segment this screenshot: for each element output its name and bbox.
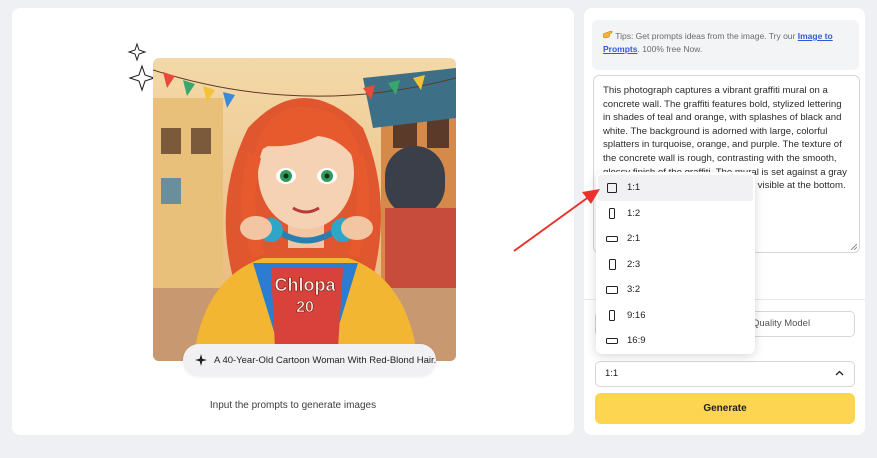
svg-text:Chlopa: Chlopa bbox=[275, 275, 337, 295]
tips-box: Tips: Get prompts ideas from the image. … bbox=[592, 20, 859, 70]
generate-button[interactable]: Generate bbox=[595, 393, 855, 424]
ratio-option-label: 1:1 bbox=[627, 182, 641, 194]
helper-text: Input the prompts to generate images bbox=[209, 400, 377, 411]
resize-handle-icon[interactable] bbox=[850, 243, 857, 250]
portrait-ratio-icon bbox=[606, 309, 618, 321]
ratio-option-2-1[interactable]: 2:1 bbox=[596, 226, 755, 252]
portrait-ratio-icon bbox=[606, 207, 618, 219]
ratio-option-2-3[interactable]: 2:3 bbox=[596, 252, 755, 278]
aspect-ratio-menu: 1:1 1:2 2:1 2:3 3:2 9:16 16:9 bbox=[596, 172, 755, 354]
square-ratio-icon bbox=[606, 182, 618, 193]
portrait-ratio-icon bbox=[606, 258, 618, 270]
ratio-option-label: 2:1 bbox=[627, 233, 641, 245]
aspect-ratio-select[interactable]: 1:1 bbox=[595, 361, 855, 387]
ratio-option-1-1[interactable]: 1:1 bbox=[598, 175, 753, 201]
ratio-option-label: 16:9 bbox=[627, 335, 646, 347]
aspect-ratio-value: 1:1 bbox=[605, 368, 619, 379]
landscape-ratio-icon bbox=[606, 337, 618, 344]
sparkle-icon bbox=[195, 354, 207, 366]
pointing-hand-icon bbox=[602, 30, 613, 43]
ratio-option-3-2[interactable]: 3:2 bbox=[596, 277, 755, 303]
landscape-ratio-icon bbox=[606, 235, 618, 242]
image-preview-panel: Chlopa 20 A 40-Year-Old Cartoon Woman Wi… bbox=[12, 8, 574, 435]
ratio-option-label: 2:3 bbox=[627, 258, 641, 270]
prompt-chip[interactable]: A 40-Year-Old Cartoon Woman With Red-Blo… bbox=[183, 344, 436, 376]
tips-suffix: . 100% free Now. bbox=[637, 44, 703, 54]
ratio-option-16-9[interactable]: 16:9 bbox=[596, 328, 755, 354]
ratio-option-label: 1:2 bbox=[627, 207, 641, 219]
tips-prefix: Tips: Get prompts ideas from the image. … bbox=[615, 31, 798, 41]
prompt-chip-label: A 40-Year-Old Cartoon Woman With Red-Blo… bbox=[214, 354, 436, 366]
generated-image: Chlopa 20 bbox=[153, 58, 456, 361]
ratio-option-9-16[interactable]: 9:16 bbox=[596, 303, 755, 329]
chevron-up-icon bbox=[835, 370, 844, 376]
model-select-value: Quality Model bbox=[752, 318, 811, 329]
ratio-option-1-2[interactable]: 1:2 bbox=[596, 201, 755, 227]
ratio-option-label: 9:16 bbox=[627, 309, 646, 321]
landscape-ratio-icon bbox=[606, 285, 618, 294]
ratio-option-label: 3:2 bbox=[627, 284, 641, 296]
svg-text:20: 20 bbox=[296, 299, 314, 316]
